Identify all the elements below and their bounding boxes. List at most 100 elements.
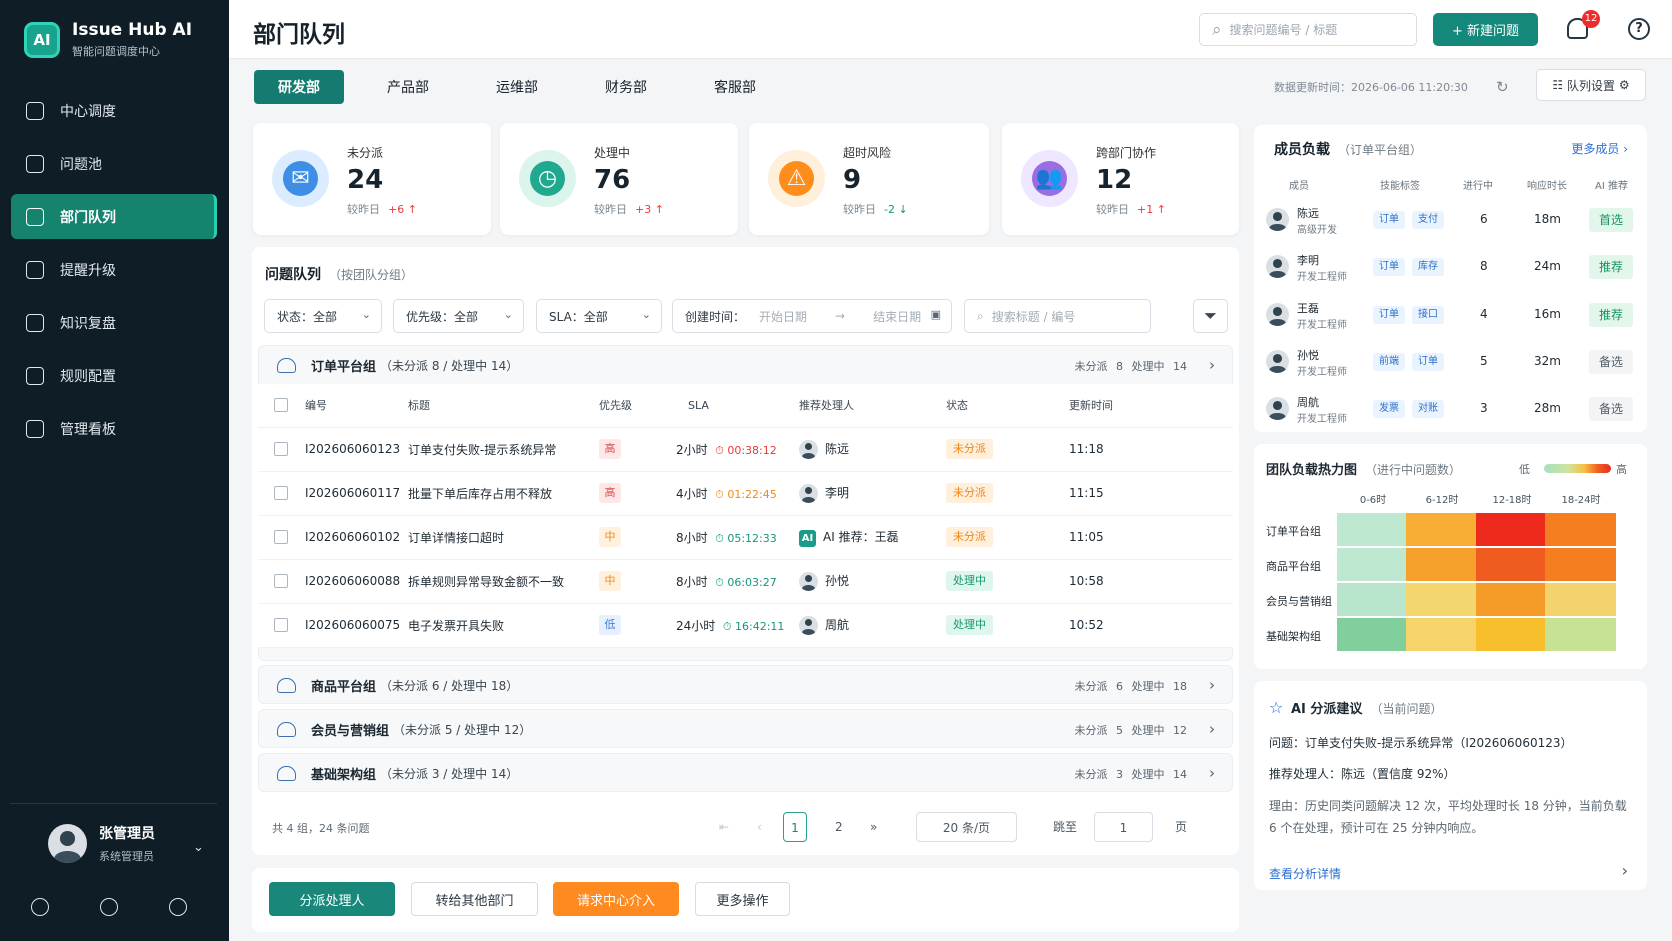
user-profile[interactable]: 张管理员 系统管理员 [48, 823, 155, 864]
tab-customer-service[interactable]: 客服部 [690, 70, 780, 104]
group-header[interactable]: 订单平台组 （未分派 8 / 处理中 14） 未分派 8 处理中 14 › [259, 346, 1232, 385]
sla-filter[interactable]: SLA：全部 ⌄ [536, 299, 662, 333]
heatmap-cell[interactable] [1476, 548, 1547, 581]
stat-card-processing[interactable]: ◷ 处理中 76 较昨日 +3 ↑ [500, 123, 738, 235]
data-updated-time: 数据更新时间：2026-06-06 11:20:30 [1274, 81, 1468, 94]
chevron-right-icon[interactable]: › [1622, 861, 1628, 880]
chevron-down-icon: ⌄ [503, 308, 513, 321]
group-member-marketing[interactable]: 会员与营销组 （未分派 5 / 处理中 12） 未分派 5 处理中 12 › [258, 709, 1233, 748]
issue-title[interactable]: 批量下单后库存占用不释放 [408, 471, 599, 516]
tab-operations[interactable]: 运维部 [472, 70, 562, 104]
refresh-icon[interactable]: ↻ [1496, 78, 1509, 96]
table-row[interactable]: I202606060117 批量下单后库存占用不释放 高 4小时 ⏱ 01:22… [258, 471, 1233, 516]
tab-rd[interactable]: 研发部 [254, 70, 344, 104]
member-row[interactable]: 孙悦 开发工程师 前端 订单 5 32m 备选 [1266, 342, 1636, 382]
more-actions-button[interactable]: 更多操作 [695, 882, 790, 916]
issue-title[interactable]: 拆单规则异常导致金额不一致 [408, 559, 599, 604]
gear-icon: ⚙ [1615, 78, 1630, 92]
created-time-filter[interactable]: 创建时间： 开始日期 → 结束日期 ▣ [672, 299, 952, 333]
issue-title[interactable]: 电子发票开具失败 [408, 603, 599, 648]
table-row[interactable]: I202606060123 订单支付失败-提示系统异常 高 2小时 ⏱ 00:3… [258, 427, 1233, 472]
stat-card-cross-department[interactable]: 👥 跨部门协作 12 较昨日 +1 ↑ [1002, 123, 1239, 235]
gear-icon[interactable] [100, 898, 118, 916]
sla-timer: ⏱ 05:12:33 [715, 531, 777, 545]
sidebar-item-escalation[interactable]: 提醒升级 [11, 247, 217, 292]
column-priority: 优先级 [599, 384, 676, 428]
group-header[interactable]: 商品平台组 （未分派 6 / 处理中 18） 未分派 6 处理中 18 › [259, 666, 1232, 705]
transfer-department-button[interactable]: 转给其他部门 [411, 882, 538, 916]
sidebar-item-department-queue[interactable]: 部门队列 [11, 194, 217, 239]
page-2-button[interactable]: 2 [835, 812, 849, 842]
heatmap-cell[interactable] [1337, 618, 1408, 651]
member-row[interactable]: 陈远 高级开发 订单 支付 6 18m 首选 [1266, 200, 1636, 240]
page-title: 部门队列 [253, 22, 345, 48]
table-row[interactable]: I202606060088 拆单规则异常导致金额不一致 中 8小时 ⏱ 06:0… [258, 559, 1233, 604]
previous-page-icon[interactable]: ‹ [757, 812, 771, 842]
row-checkbox[interactable] [274, 442, 288, 457]
group-product-platform[interactable]: 商品平台组 （未分派 6 / 处理中 18） 未分派 6 处理中 18 › [258, 665, 1233, 704]
queue-settings-button[interactable]: ☷ 队列设置 ⚙ [1536, 69, 1646, 101]
request-center-button[interactable]: 请求中心介入 [553, 882, 679, 916]
sidebar-item-rules-config[interactable]: 规则配置 [11, 353, 217, 398]
row-checkbox[interactable] [274, 530, 288, 545]
first-page-icon[interactable]: ⇤ [719, 812, 733, 842]
heatmap-cell[interactable] [1406, 583, 1477, 616]
more-members-link[interactable]: 更多成员 › [1571, 140, 1628, 157]
table-row[interactable]: I202606060102 订单详情接口超时 中 8小时 ⏱ 05:12:33 … [258, 515, 1233, 560]
heatmap-cell[interactable] [1545, 548, 1616, 581]
heatmap-cell[interactable] [1476, 583, 1547, 616]
row-checkbox[interactable] [274, 574, 288, 589]
issue-title[interactable]: 订单支付失败-提示系统异常 [408, 427, 599, 472]
heatmap-cell[interactable] [1337, 548, 1408, 581]
group-header[interactable]: 会员与营销组 （未分派 5 / 处理中 12） 未分派 5 处理中 12 › [259, 710, 1232, 749]
heatmap-cell[interactable] [1545, 583, 1616, 616]
heatmap-cell[interactable] [1337, 583, 1408, 616]
chevron-down-icon: ⌄ [361, 308, 371, 321]
tab-finance[interactable]: 财务部 [581, 70, 671, 104]
row-checkbox[interactable] [274, 618, 288, 633]
global-search-input[interactable]: 搜索问题编号 / 标题 [1199, 13, 1417, 46]
issue-title[interactable]: 订单详情接口超时 [408, 515, 599, 560]
member-row[interactable]: 李明 开发工程师 订单 库存 8 24m 推荐 [1266, 247, 1636, 287]
heatmap-title: 团队负载热力图 （进行中问题数） [1266, 463, 1462, 478]
table-row[interactable]: I202606060075 电子发票开具失败 低 24小时 ⏱ 16:42:11… [258, 603, 1233, 648]
status-filter[interactable]: 状态：全部 ⌄ [264, 299, 382, 333]
heatmap-cell[interactable] [1406, 513, 1477, 546]
sidebar-item-issue-pool[interactable]: 问题池 [11, 141, 217, 186]
help-icon[interactable]: ? [1628, 18, 1650, 40]
sidebar-item-central-dispatch[interactable]: 中心调度 [11, 88, 217, 133]
view-analysis-link[interactable]: 查看分析详情 [1269, 865, 1341, 882]
heatmap-cell[interactable] [1476, 513, 1547, 546]
page-jump-input[interactable]: 1 [1094, 812, 1153, 842]
heatmap-cell[interactable] [1406, 548, 1477, 581]
page-1-button[interactable]: 1 [783, 812, 807, 842]
group-infrastructure[interactable]: 基础架构组 （未分派 3 / 处理中 14） 未分派 3 处理中 14 › [258, 753, 1233, 792]
heatmap-cell[interactable] [1476, 618, 1547, 651]
heatmap-cell[interactable] [1406, 618, 1477, 651]
new-issue-button[interactable]: + 新建问题 [1433, 13, 1538, 46]
table-header-row: 编号 标题 优先级 SLA 推荐处理人 状态 更新时间 [258, 384, 1233, 428]
row-checkbox[interactable] [274, 486, 288, 501]
sidebar-item-management-dashboard[interactable]: 管理看板 [11, 406, 217, 451]
calendar-icon: ▣ [930, 308, 941, 321]
group-header[interactable]: 基础架构组 （未分派 3 / 处理中 14） 未分派 3 处理中 14 › [259, 754, 1232, 793]
heatmap-cell[interactable] [1337, 513, 1408, 546]
next-page-icon[interactable]: » [870, 812, 884, 842]
settings-icon[interactable] [169, 898, 187, 916]
queue-search-input[interactable]: ⌕ 搜索标题 / 编号 [964, 299, 1151, 333]
tab-product[interactable]: 产品部 [363, 70, 453, 104]
sidebar-item-knowledge-review[interactable]: 知识复盘 [11, 300, 217, 345]
filter-icon[interactable]: ⏷ [1193, 299, 1228, 333]
stat-card-unassigned[interactable]: ✉ 未分派 24 较昨日 +6 ↑ [253, 123, 491, 235]
priority-filter[interactable]: 优先级：全部 ⌄ [393, 299, 524, 333]
member-row[interactable]: 周航 开发工程师 发票 对账 3 28m 备选 [1266, 389, 1636, 429]
heatmap-cell[interactable] [1545, 618, 1616, 651]
chevron-down-icon[interactable]: ⌄ [193, 840, 204, 855]
member-row[interactable]: 王磊 开发工程师 订单 接口 4 16m 推荐 [1266, 295, 1636, 335]
heatmap-cell[interactable] [1545, 513, 1616, 546]
stat-card-timeout-risk[interactable]: ⚠ 超时风险 9 较昨日 -2 ↓ [749, 123, 989, 235]
select-all-checkbox[interactable] [274, 398, 288, 413]
bell-icon[interactable] [31, 898, 49, 916]
assign-handler-button[interactable]: 分派处理人 [269, 882, 395, 916]
page-size-select[interactable]: 20 条/页 [916, 812, 1017, 842]
